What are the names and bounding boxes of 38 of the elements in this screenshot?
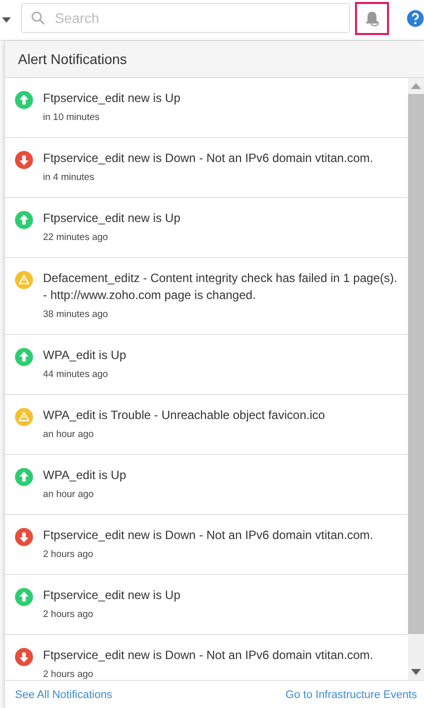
- notification-time: 44 minutes ago: [43, 368, 109, 381]
- notification-item[interactable]: WPA_edit is Up 44 minutes ago: [5, 335, 408, 395]
- dropdown-caret-icon[interactable]: [2, 17, 11, 23]
- notification-bell-button[interactable]: [354, 2, 390, 35]
- scroll-up-icon[interactable]: [411, 83, 421, 89]
- notification-time: an hour ago: [43, 428, 95, 441]
- notification-message: WPA_edit is Trouble - Unreachable object favicon.ico: [43, 407, 325, 424]
- notification-message: Ftpservice_edit new is Up: [43, 90, 180, 107]
- help-icon[interactable]: [407, 10, 424, 26]
- notification-message: WPA_edit is Up: [43, 467, 126, 484]
- notification-message: Ftpservice_edit new is Down - Not an IPv6 domain vtitan.com.: [43, 527, 374, 544]
- notification-time: 2 hours ago: [43, 668, 94, 680]
- infrastructure-events-link[interactable]: Go to Infrastructure Events: [286, 688, 417, 700]
- bell-icon: [363, 10, 382, 28]
- notification-time: 38 minutes ago: [43, 308, 109, 321]
- notification-item[interactable]: WPA_edit is Up an hour ago: [5, 455, 408, 515]
- panel-title: Alert Notifications: [18, 51, 127, 67]
- notification-message: Ftpservice_edit new is Down - Not an IPv6 domain vtitan.com.: [43, 647, 374, 664]
- notification-message: Ftpservice_edit new is Up: [43, 210, 180, 227]
- search-field[interactable]: Search: [20, 3, 350, 33]
- notification-item[interactable]: Ftpservice_edit new is Up 2 hours ago: [5, 575, 408, 635]
- notification-message: WPA_edit is Up: [43, 347, 126, 364]
- notification-item[interactable]: Ftpservice_edit new is Up 22 minutes ago: [5, 198, 408, 258]
- notification-time: 2 hours ago: [43, 548, 94, 561]
- notification-time: in 4 minutes: [43, 171, 96, 184]
- notification-time: in 10 minutes: [43, 111, 101, 124]
- notification-time: an hour ago: [43, 488, 95, 501]
- notification-time: 2 hours ago: [43, 608, 94, 621]
- notification-item[interactable]: WPA_edit is Trouble - Unreachable object favicon.ico an hour ago: [5, 395, 408, 455]
- notification-item[interactable]: Ftpservice_edit new is Up in 10 minutes: [5, 78, 408, 138]
- notification-item[interactable]: Ftpservice_edit new is Down - Not an IPv6 domain vtitan.com. 2 hours ago: [5, 515, 408, 575]
- see-all-notifications-link[interactable]: See All Notifications: [15, 688, 112, 700]
- notification-item[interactable]: Ftpservice_edit new is Down - Not an IPv6 domain vtitan.com. in 4 minutes: [5, 138, 408, 198]
- notification-message: Defacement_editz - Content integrity check has failed in 1 page(s). - http://www.zoho.com page is changed.: [43, 270, 398, 304]
- scroll-down-icon[interactable]: [411, 669, 421, 675]
- notification-message: Ftpservice_edit new is Up: [43, 587, 180, 604]
- notification-time: 22 minutes ago: [43, 231, 109, 244]
- notification-message: Ftpservice_edit new is Down - Not an IPv6 domain vtitan.com.: [43, 150, 374, 167]
